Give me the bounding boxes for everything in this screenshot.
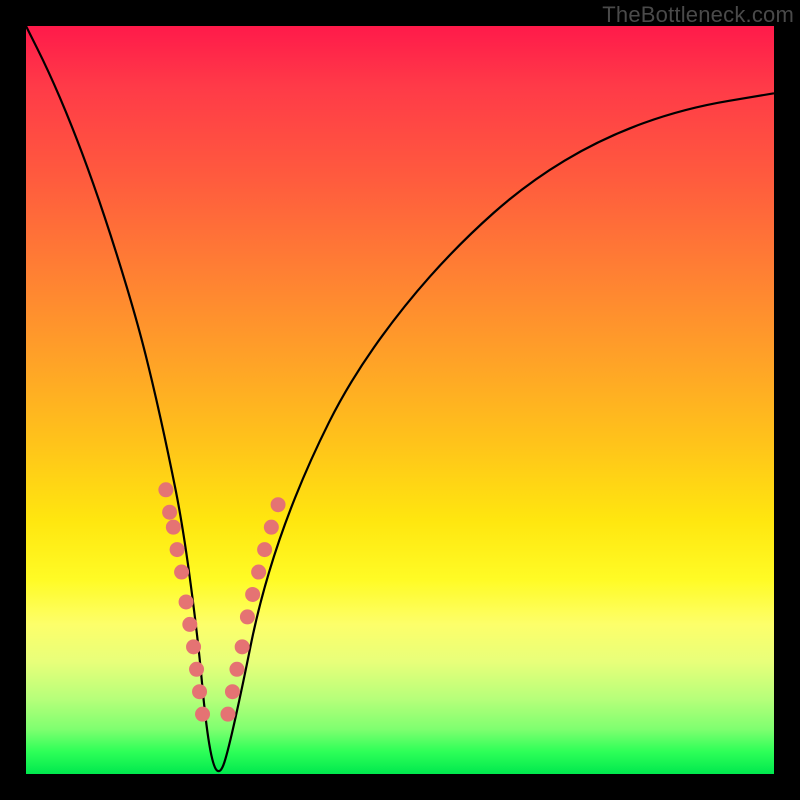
benchmark-dot xyxy=(240,609,255,624)
benchmark-dot xyxy=(220,707,235,722)
benchmark-dot xyxy=(158,482,173,497)
benchmark-dot xyxy=(229,662,244,677)
benchmark-dot xyxy=(162,505,177,520)
benchmark-dot xyxy=(179,594,194,609)
scatter-right-branch xyxy=(220,497,285,721)
benchmark-dot xyxy=(225,684,240,699)
benchmark-dot xyxy=(182,617,197,632)
benchmark-dot xyxy=(174,565,189,580)
benchmark-dot xyxy=(195,707,210,722)
benchmark-dot xyxy=(251,565,266,580)
benchmark-dot xyxy=(186,639,201,654)
bottleneck-curve xyxy=(26,26,774,771)
watermark-text: TheBottleneck.com xyxy=(602,2,794,28)
benchmark-dot xyxy=(166,520,181,535)
benchmark-dot xyxy=(170,542,185,557)
benchmark-dot xyxy=(245,587,260,602)
benchmark-dot xyxy=(257,542,272,557)
benchmark-dot xyxy=(271,497,286,512)
benchmark-dot xyxy=(264,520,279,535)
scatter-left-branch xyxy=(158,482,210,721)
benchmark-dot xyxy=(192,684,207,699)
chart-frame xyxy=(26,26,774,774)
benchmark-dot xyxy=(189,662,204,677)
benchmark-dot xyxy=(235,639,250,654)
chart-overlay xyxy=(26,26,774,774)
